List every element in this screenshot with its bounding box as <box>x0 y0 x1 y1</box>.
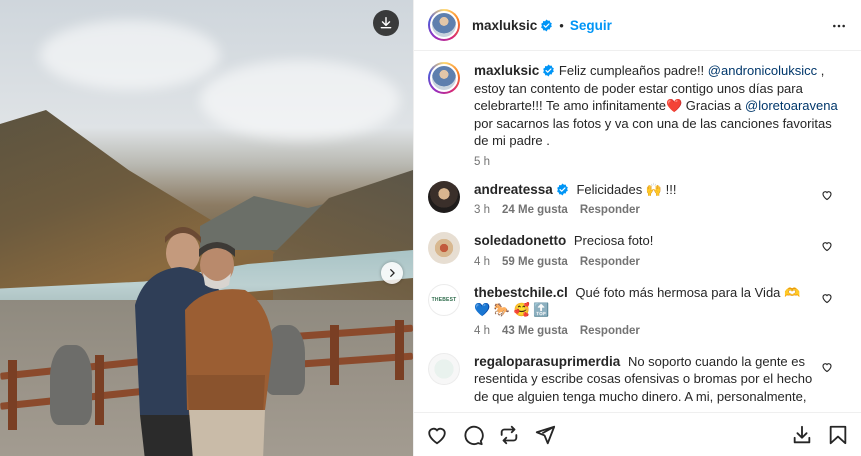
mention-link[interactable]: @andronicoluksicc <box>708 63 817 78</box>
download-button[interactable] <box>373 10 399 36</box>
comment-item: soledadonetto Preciosa foto! 4 h 59 Me g… <box>428 232 845 268</box>
comment-username[interactable]: regaloparasuprimerdia <box>474 354 620 369</box>
cloud <box>40 20 220 90</box>
caption-avatar[interactable] <box>428 62 460 94</box>
comment-username[interactable]: andreatessa <box>474 182 553 197</box>
verified-badge-icon <box>557 183 568 195</box>
avatar-logo-text: THEBEST <box>431 296 457 303</box>
stone-pillar <box>50 345 92 425</box>
download-button[interactable] <box>791 424 813 446</box>
commenter-avatar[interactable] <box>428 180 460 213</box>
heart-icon <box>428 427 446 444</box>
caption-text: maxluksic Feliz cumpleaños padre!! @andr… <box>474 62 845 150</box>
comment-time[interactable]: 3 h <box>474 204 490 216</box>
commenter-avatar[interactable] <box>428 352 460 385</box>
download-icon <box>380 17 392 29</box>
separator-dot: • <box>559 17 564 33</box>
share-button[interactable] <box>534 424 556 446</box>
heart-emoji: ❤️ <box>665 98 683 113</box>
download-icon <box>793 425 811 443</box>
caption-part: por sacarnos las fotos y va con una de l… <box>474 115 832 149</box>
heart-icon[interactable] <box>821 240 833 252</box>
comment-item: regaloparasuprimerdia No soporto cuando … <box>428 352 845 411</box>
comment-likes[interactable]: 59 Me gusta <box>502 256 568 268</box>
bookmark-icon <box>829 425 847 444</box>
reply-button[interactable]: Responder <box>580 256 640 268</box>
like-button[interactable] <box>426 424 448 446</box>
caption: maxluksic Feliz cumpleaños padre!! @andr… <box>428 62 845 168</box>
comment-text: Preciosa foto! <box>573 233 654 248</box>
reply-button[interactable]: Responder <box>580 325 640 337</box>
commenter-avatar[interactable]: THEBEST <box>428 283 460 316</box>
verified-badge-icon <box>541 19 553 31</box>
post-header: maxluksic • Seguir <box>414 0 861 51</box>
caption-username[interactable]: maxluksic <box>474 63 539 78</box>
mention-link[interactable]: @loretoaravena <box>745 98 838 113</box>
repost-button[interactable] <box>498 424 520 446</box>
heart-icon[interactable] <box>821 292 833 304</box>
author-username[interactable]: maxluksic <box>472 18 537 33</box>
caption-part: Feliz cumpleaños padre!! <box>558 63 708 78</box>
comment-likes[interactable]: 43 Me gusta <box>502 325 568 337</box>
cloud <box>200 60 400 140</box>
caption-meta: 5 h <box>474 156 845 168</box>
comment-time[interactable]: 4 h <box>474 325 490 337</box>
chevron-right-icon <box>390 269 395 277</box>
heart-icon[interactable] <box>821 189 833 201</box>
comments-list[interactable]: maxluksic Feliz cumpleaños padre!! @andr… <box>414 52 861 411</box>
comment-item: THEBEST thebestchile.cl Qué foto más her… <box>428 283 845 337</box>
send-icon <box>535 425 556 444</box>
comment-time[interactable]: 4 h <box>474 256 490 268</box>
comment-button[interactable] <box>462 424 484 446</box>
caption-part: Gracias a <box>682 98 746 113</box>
more-horizontal-icon[interactable] <box>831 19 847 33</box>
post-side-panel: maxluksic • Seguir maxluksic Feliz cumpl… <box>413 0 861 456</box>
heart-icon[interactable] <box>821 361 833 373</box>
author-avatar[interactable] <box>428 9 460 41</box>
repost-icon <box>500 425 518 444</box>
mountain <box>273 170 413 310</box>
comment-username[interactable]: soledadonetto <box>474 233 566 248</box>
comment-icon <box>464 425 484 445</box>
comment-text: Felicidades 🙌 !!! <box>576 181 677 197</box>
comment-item: andreatessa Felicidades 🙌 !!! 3 h 24 Me … <box>428 180 845 216</box>
save-button[interactable] <box>827 424 849 446</box>
person-older-man <box>185 242 273 456</box>
comment-username[interactable]: thebestchile.cl <box>474 285 568 300</box>
post-photo[interactable] <box>0 0 413 456</box>
follow-button[interactable]: Seguir <box>570 18 612 33</box>
post-actions-bar <box>414 412 861 456</box>
verified-badge-icon <box>543 64 555 77</box>
next-photo-button[interactable] <box>381 262 403 284</box>
reply-button[interactable]: Responder <box>580 204 640 216</box>
commenter-avatar[interactable] <box>428 232 460 264</box>
caption-time[interactable]: 5 h <box>474 156 490 168</box>
comment-likes[interactable]: 24 Me gusta <box>502 204 568 216</box>
